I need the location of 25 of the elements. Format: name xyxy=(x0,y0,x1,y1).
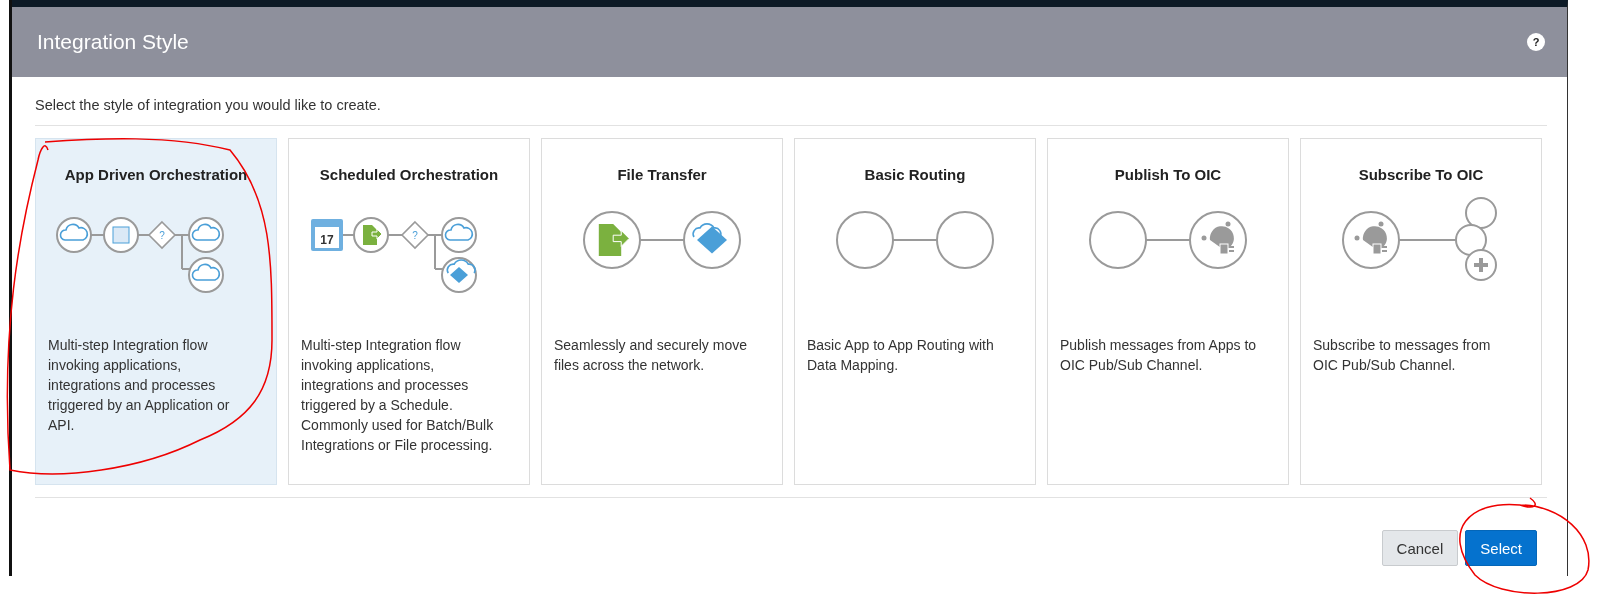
style-card[interactable]: Subscribe To OIC Subscribe to messages from OIC Pub/Sub Channel. xyxy=(1300,138,1542,485)
card-description: Multi-step Integration flow invoking applications, integrations and processes triggered by a Schedule. Commonly used for Batch/Bulk Integrations or File processing. xyxy=(301,336,495,455)
style-card[interactable]: File Transfer Seamlessly and securely move files across the network. xyxy=(541,138,783,485)
card-description: Multi-step Integration flow invoking applications, integrations and processes triggered by an Application or API. xyxy=(48,336,231,435)
cancel-button[interactable]: Cancel xyxy=(1381,530,1459,566)
card-title: Subscribe To OIC xyxy=(1358,166,1484,183)
card-title: File Transfer xyxy=(617,166,707,183)
help-icon[interactable]: ? xyxy=(1527,33,1545,51)
card-description: Seamlessly and securely move files across the network. xyxy=(554,336,748,375)
card-title: Basic Routing xyxy=(864,166,966,183)
style-card[interactable]: Scheduled Orchestration 17 ? Multi-step Integration flow invoking applications, integrations and processes triggered by a Schedule. Commonly used for Batch/Bulk Integrations or File processing. xyxy=(288,138,530,485)
style-card[interactable]: Basic Routing Basic App to App Routing with Data Mapping. xyxy=(794,138,1036,485)
card-description: Basic App to App Routing with Data Mapping. xyxy=(807,336,995,375)
flow-diagram-drawing: 17 ? xyxy=(309,195,509,295)
instruction-text: Select the style of integration you would like to create. xyxy=(35,77,1547,126)
card-title: Scheduled Orchestration xyxy=(319,166,499,183)
card-description: Publish messages from Apps to OIC Pub/Sub Channel. xyxy=(1060,336,1258,375)
dialog-title: Integration Style xyxy=(37,30,189,54)
select-button[interactable]: Select xyxy=(1465,530,1537,566)
card-title: Publish To OIC xyxy=(1114,166,1222,183)
card-description: Subscribe to messages from OIC Pub/Sub Channel. xyxy=(1313,336,1492,375)
style-card[interactable]: App Driven Orchestration ? Multi-step Integration flow invoking applications, integrations and processes triggered by an Application or API. xyxy=(35,138,277,485)
flow-diagram-drawing: ? xyxy=(56,195,256,295)
style-card[interactable]: Publish To OIC Publish messages from Apps to OIC Pub/Sub Channel. xyxy=(1047,138,1289,485)
card-title: App Driven Orchestration xyxy=(64,166,248,183)
